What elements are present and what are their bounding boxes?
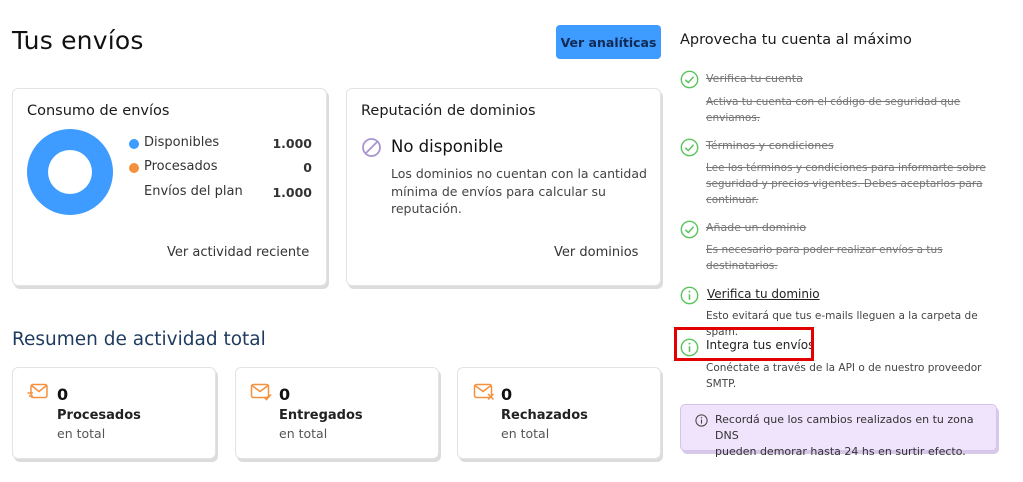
donut-hole [48,150,92,194]
legend-dot-available [129,139,139,149]
page-title: Tus envíos [12,26,144,55]
legend-label-plan: Envíos del plan [144,184,243,199]
highlight-box [674,327,814,361]
view-recent-activity-link[interactable]: Ver actividad reciente [167,245,309,260]
legend-dot-processed [129,163,139,173]
stat-sub-delivered: en total [279,426,328,441]
stat-count-delivered: 0 [279,385,291,404]
notice-line: Recordá que los cambios realizados en tu… [715,413,974,442]
step-desc-line: Activa tu cuenta con el código de seguri… [706,96,961,108]
check-circle-icon [680,220,699,239]
reputation-card-title: Reputación de dominios [361,103,536,119]
step-desc-line: Es necesario para poder realizar envíos … [706,244,943,256]
mail-x-icon [473,383,495,401]
step-desc-line: Lee los términos y condiciones para info… [706,162,986,174]
stat-sub-processed: en total [57,426,106,441]
legend-label-processed: Procesados [144,159,218,174]
consumption-card-title: Consumo de envíos [27,103,170,119]
stat-label-delivered: Entregados [279,408,363,423]
step-desc-line: Conéctate a través de la API o de nuestr… [706,362,982,374]
summary-title: Resumen de actividad total [12,329,266,350]
mail-sent-icon [27,383,48,399]
view-domains-link[interactable]: Ver dominios [554,245,638,260]
reputation-description-line: reputación. [391,201,462,216]
legend-value-processed: 0 [303,160,312,175]
check-circle-icon [680,138,699,157]
legend-value-available: 1.000 [272,136,312,151]
legend-label-available: Disponibles [144,135,220,150]
step-integrate-desc: Conéctate a través de la API o de nuestr… [706,360,1006,392]
mail-check-icon [250,383,272,401]
info-icon [695,414,708,427]
info-circle-icon [680,286,699,305]
reputation-description-line: mínima de envíos para calcular su [391,183,606,199]
step-add-domain-title[interactable]: Añade un dominio [706,221,806,234]
dns-notice-text: Recordá que los cambios realizados en tu… [715,412,995,460]
step-desc-line: destinatarios. [706,260,778,272]
step-terms-desc: Lee los términos y condiciones para info… [706,160,1006,208]
step-desc-line: SMTP. [706,378,737,390]
step-desc-line: continuar. [706,194,759,206]
step-verify-account-title[interactable]: Verifica tu cuenta [706,72,803,85]
stat-label-processed: Procesados [57,408,141,423]
reputation-description-line: Los dominios no cuentan con la cantidad [391,166,647,181]
step-terms-title[interactable]: Términos y condiciones [706,139,834,152]
check-circle-icon [680,70,699,89]
step-verify-account-desc: Activa tu cuenta con el código de seguri… [706,94,1006,126]
step-desc-line: seguridad y precios vigentes. Debes acep… [706,178,983,190]
stat-sub-rejected: en total [501,426,550,441]
step-verify-domain-link[interactable]: Verifica tu dominio [707,287,820,301]
notice-line: pueden demorar hasta 24 hs en surtir efe… [715,445,966,458]
legend-value-plan: 1.000 [272,185,312,200]
reputation-description: Los dominios no cuentan con la cantidad … [391,165,651,218]
stat-label-rejected: Rechazados [501,408,588,423]
reputation-status: No disponible [391,137,504,156]
block-icon [362,138,381,157]
step-desc-line: enviamos. [706,112,761,124]
view-analytics-button[interactable]: Ver analíticas [556,25,661,59]
onboarding-title: Aprovecha tu cuenta al máximo [680,32,912,48]
step-add-domain-desc: Es necesario para poder realizar envíos … [706,242,1006,274]
stat-count-rejected: 0 [501,385,513,404]
stat-count-processed: 0 [57,385,69,404]
